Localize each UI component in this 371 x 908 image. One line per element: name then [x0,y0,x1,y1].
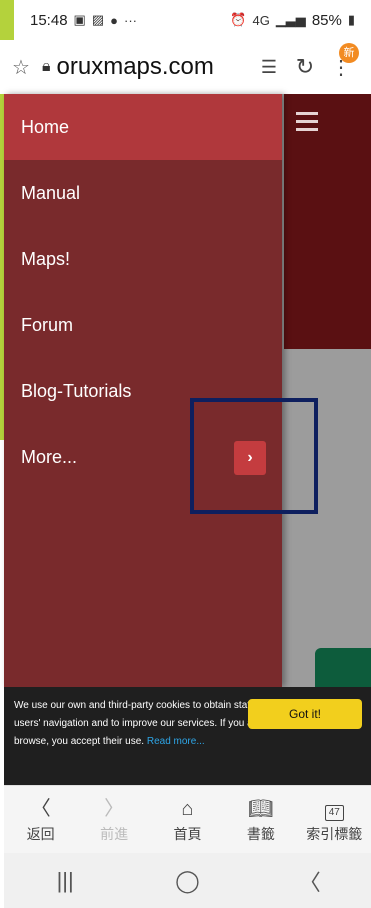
nav-item-home[interactable]: Home [4,94,282,160]
bookmarks-label: 書籤 [246,826,275,842]
home-icon: ⌂ [181,798,194,820]
recent-apps-icon[interactable]: ||| [35,868,95,894]
tabs-label: 索引標籤 [306,826,363,842]
forward-arrow-icon: 〉 [104,798,125,820]
network-label: 4G [252,12,270,28]
line-icon: ● [110,12,118,28]
nav-item-manual[interactable]: Manual [4,160,282,226]
gallery-icon: ▨ [91,12,105,27]
home-label: 首頁 [173,826,202,842]
forward-label: 前進 [100,826,129,842]
back-label: 返回 [26,826,55,842]
system-nav-bar: ||| ◯ 〈 [4,853,371,908]
system-back-icon[interactable]: 〈 [280,865,340,897]
alarm-icon: ⏰ [230,12,247,27]
nav-drawer: Home Manual Maps! Forum Blog-Tutorials M… [4,94,282,687]
read-more-link[interactable]: Read more... [147,736,205,747]
battery-percent: 85% [311,11,342,29]
nav-item-label: Maps! [21,248,71,269]
cookie-accept-button[interactable]: Got it! [248,699,362,729]
reader-mode-icon[interactable]: ☰ [251,57,287,78]
nav-item-label: Blog-Tutorials [21,380,132,401]
page-green-element [315,648,371,687]
home-button[interactable]: ⌂ 首頁 [152,796,222,844]
nav-item-label: Forum [21,314,74,335]
url-text[interactable]: oruxmaps.com [57,53,251,81]
battery-icon: ▮ [347,12,355,27]
hamburger-menu-icon[interactable] [296,112,318,136]
browser-menu-button[interactable]: ⋮ 新 [323,42,359,80]
nav-item-maps[interactable]: Maps! [4,226,282,292]
new-badge: 新 [339,42,359,63]
back-button[interactable]: 〈 返回 [6,796,76,844]
nav-item-forum[interactable]: Forum [4,292,282,358]
tabs-icon: 47 [324,796,344,822]
lock-icon[interactable]: 🔒︎ [42,58,51,76]
signal-icon: ▁▃▅ [275,12,306,27]
cookie-banner: We use our own and third-party cookies t… [4,687,371,785]
image-icon: ▣ [73,12,86,27]
home-circle-icon[interactable]: ◯ [157,868,217,894]
nav-item-label: More... [21,446,78,467]
bookmark-star-icon[interactable]: ☆ [12,55,42,80]
highlight-box [190,398,318,514]
browser-toolbar: 〈 返回 〉 前進 ⌂ 首頁 📖︎ 書籤 47 索引標籤 [4,785,371,854]
browser-url-bar[interactable]: ☆ 🔒︎ oruxmaps.com ☰ ↻ ⋮ 新 [0,40,371,94]
clock: 15:48 [30,11,68,29]
bookmarks-button[interactable]: 📖︎ 書籤 [226,796,296,844]
tabs-button[interactable]: 47 索引標籤 [299,796,369,844]
back-arrow-icon: 〈 [30,798,51,820]
nav-item-label: Home [21,116,70,137]
nav-item-label: Manual [21,182,81,203]
more-notifications-icon: ··· [124,12,137,28]
forward-button[interactable]: 〉 前進 [79,796,149,844]
reload-icon[interactable]: ↻ [287,54,323,80]
book-icon: 📖︎ [248,798,274,820]
status-bar: 15:48 ▣ ▨ ● ··· ⏰ 4G ▁▃▅ 85% ▮ [14,0,371,40]
